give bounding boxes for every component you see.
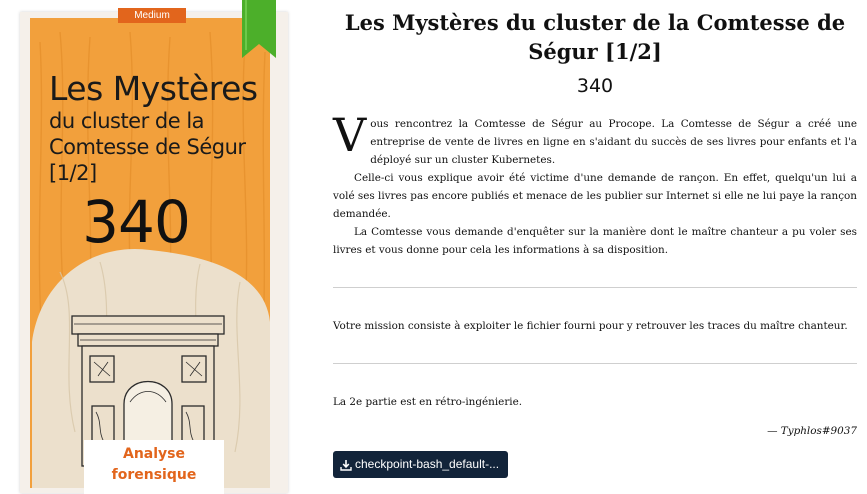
cover-title-line1: Les Mystères xyxy=(49,69,258,108)
dropcap-letter: V xyxy=(333,108,367,162)
category-line1: Analyse xyxy=(122,446,185,462)
download-icon xyxy=(340,459,352,471)
challenge-author: — Typhlos#9037 xyxy=(767,425,857,437)
divider xyxy=(333,287,857,288)
cover-title-line3: Comtesse de Ségur xyxy=(49,135,246,159)
download-file-button[interactable]: checkpoint-bash_default-... xyxy=(333,451,509,478)
difficulty-badge: Medium xyxy=(118,8,186,23)
category-label: Analyse forensique xyxy=(84,440,224,494)
cover-points: 340 xyxy=(82,188,191,256)
cover-title: Les Mystères du cluster de la Comtesse d… xyxy=(49,70,258,186)
mission-text: Votre mission consiste à exploiter le fi… xyxy=(333,320,848,332)
note-text: La 2e partie est en rétro-ingénierie. xyxy=(333,396,523,408)
bookmark-ribbon-icon xyxy=(242,0,276,58)
description-paragraph-1: Vous rencontrez la Comtesse de Ségur au … xyxy=(333,108,857,169)
challenge-points: 340 xyxy=(576,75,614,97)
cover-title-line2: du cluster de la xyxy=(49,109,205,133)
description-paragraph-2: Celle-ci vous explique avoir été victime… xyxy=(333,172,857,220)
category-line2: forensique xyxy=(111,467,197,483)
description-paragraph-3: La Comtesse vous demande d'enquêter sur … xyxy=(333,226,857,256)
challenge-details: Les Mystères du cluster de la Comtesse d… xyxy=(333,0,857,478)
challenge-title: Les Mystères du cluster de la Comtesse d… xyxy=(344,10,846,64)
cover-title-line4: [1/2] xyxy=(49,161,97,185)
paragraph-1-text: ous rencontrez la Comtesse de Ségur au P… xyxy=(370,118,857,166)
challenge-cover: Medium Les Mystères du cluster de la Com… xyxy=(20,0,288,494)
challenge-description: Vous rencontrez la Comtesse de Ségur au … xyxy=(333,108,857,259)
download-file-label: checkpoint-bash_default-... xyxy=(355,457,500,471)
divider xyxy=(333,363,857,364)
